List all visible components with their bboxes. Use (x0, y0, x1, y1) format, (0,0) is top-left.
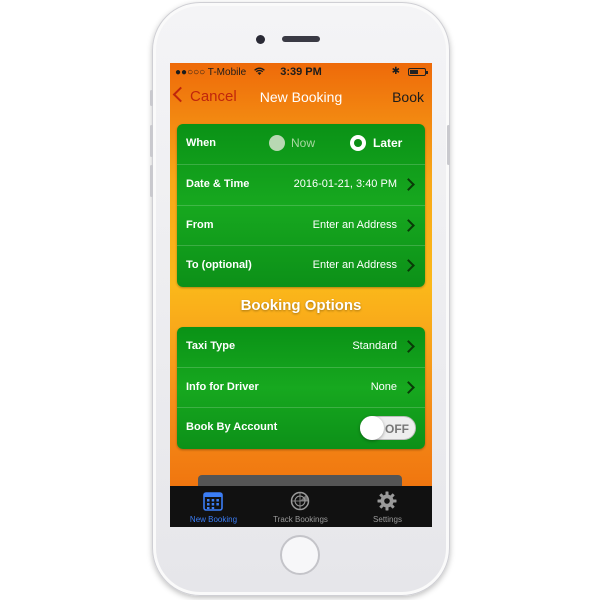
to-row[interactable]: To (optional) Enter an Address (177, 246, 425, 287)
tab-label: Track Bookings (273, 515, 328, 524)
book-by-account-toggle[interactable]: OFF (360, 416, 416, 441)
status-bar: ●●○○○ T-Mobile 3:39 PM ✱ (170, 63, 432, 81)
mute-switch (150, 90, 153, 106)
booking-options-title: Booking Options (240, 297, 362, 314)
when-row: When Now Later (177, 124, 425, 165)
front-camera (256, 35, 265, 44)
power-button (447, 125, 450, 165)
taxi-type-label: Taxi Type (186, 340, 236, 352)
bluetooth-icon: ✱ (391, 66, 400, 77)
chevron-right-icon (402, 340, 415, 353)
radar-icon (290, 491, 310, 511)
app-screen: ●●○○○ T-Mobile 3:39 PM ✱ Cancel New Book… (170, 63, 432, 527)
to-value: Enter an Address (312, 259, 397, 272)
home-button[interactable] (280, 535, 320, 575)
tab-bar: New Booking Track Bookings Settings (170, 486, 432, 527)
later-label[interactable]: Later (373, 136, 402, 150)
info-driver-value: None (370, 380, 397, 393)
taxi-type-row[interactable]: Taxi Type Standard (177, 327, 425, 368)
to-label: To (optional) (186, 259, 252, 272)
date-time-label: Date & Time (186, 177, 250, 190)
taxi-type-value: Standard (352, 340, 397, 352)
book-by-account-row: Book By Account OFF (177, 408, 425, 449)
info-driver-label: Info for Driver (186, 380, 259, 393)
from-label: From (186, 218, 214, 231)
battery-icon (408, 68, 428, 76)
tab-label: Settings (373, 515, 402, 524)
tab-new-booking[interactable]: New Booking (170, 486, 257, 527)
earpiece-speaker (282, 36, 320, 42)
now-radio[interactable] (269, 135, 285, 151)
from-row[interactable]: From Enter an Address (177, 206, 425, 247)
chevron-right-icon (402, 380, 415, 394)
toggle-state-label: OFF (385, 422, 409, 437)
tab-settings[interactable]: Settings (344, 486, 431, 527)
tab-track-bookings[interactable]: Track Bookings (257, 486, 344, 527)
booking-options-card: Taxi Type Standard Info for Driver None … (177, 327, 425, 449)
volume-down-button (150, 165, 153, 197)
later-radio[interactable] (350, 135, 366, 151)
now-label[interactable]: Now (291, 136, 315, 150)
date-time-value: 2016-01-21, 3:40 PM (293, 177, 397, 190)
gear-icon (377, 491, 397, 511)
book-button[interactable]: Book (392, 89, 424, 105)
date-time-row[interactable]: Date & Time 2016-01-21, 3:40 PM (177, 165, 425, 206)
booking-details-card: When Now Later Date & Time 2016-01-21, 3… (177, 124, 425, 287)
toggle-knob (360, 416, 384, 441)
chevron-right-icon (402, 177, 415, 191)
from-value: Enter an Address (312, 218, 397, 231)
calendar-icon (203, 492, 223, 511)
info-driver-row[interactable]: Info for Driver None (177, 368, 425, 409)
chevron-right-icon (402, 218, 415, 232)
chevron-right-icon (402, 259, 415, 273)
tab-label: New Booking (189, 515, 238, 524)
navigation-bar: Cancel New Booking Book (170, 81, 432, 115)
volume-up-button (150, 125, 153, 157)
when-label: When (186, 137, 216, 149)
book-by-account-label: Book By Account (186, 421, 278, 434)
